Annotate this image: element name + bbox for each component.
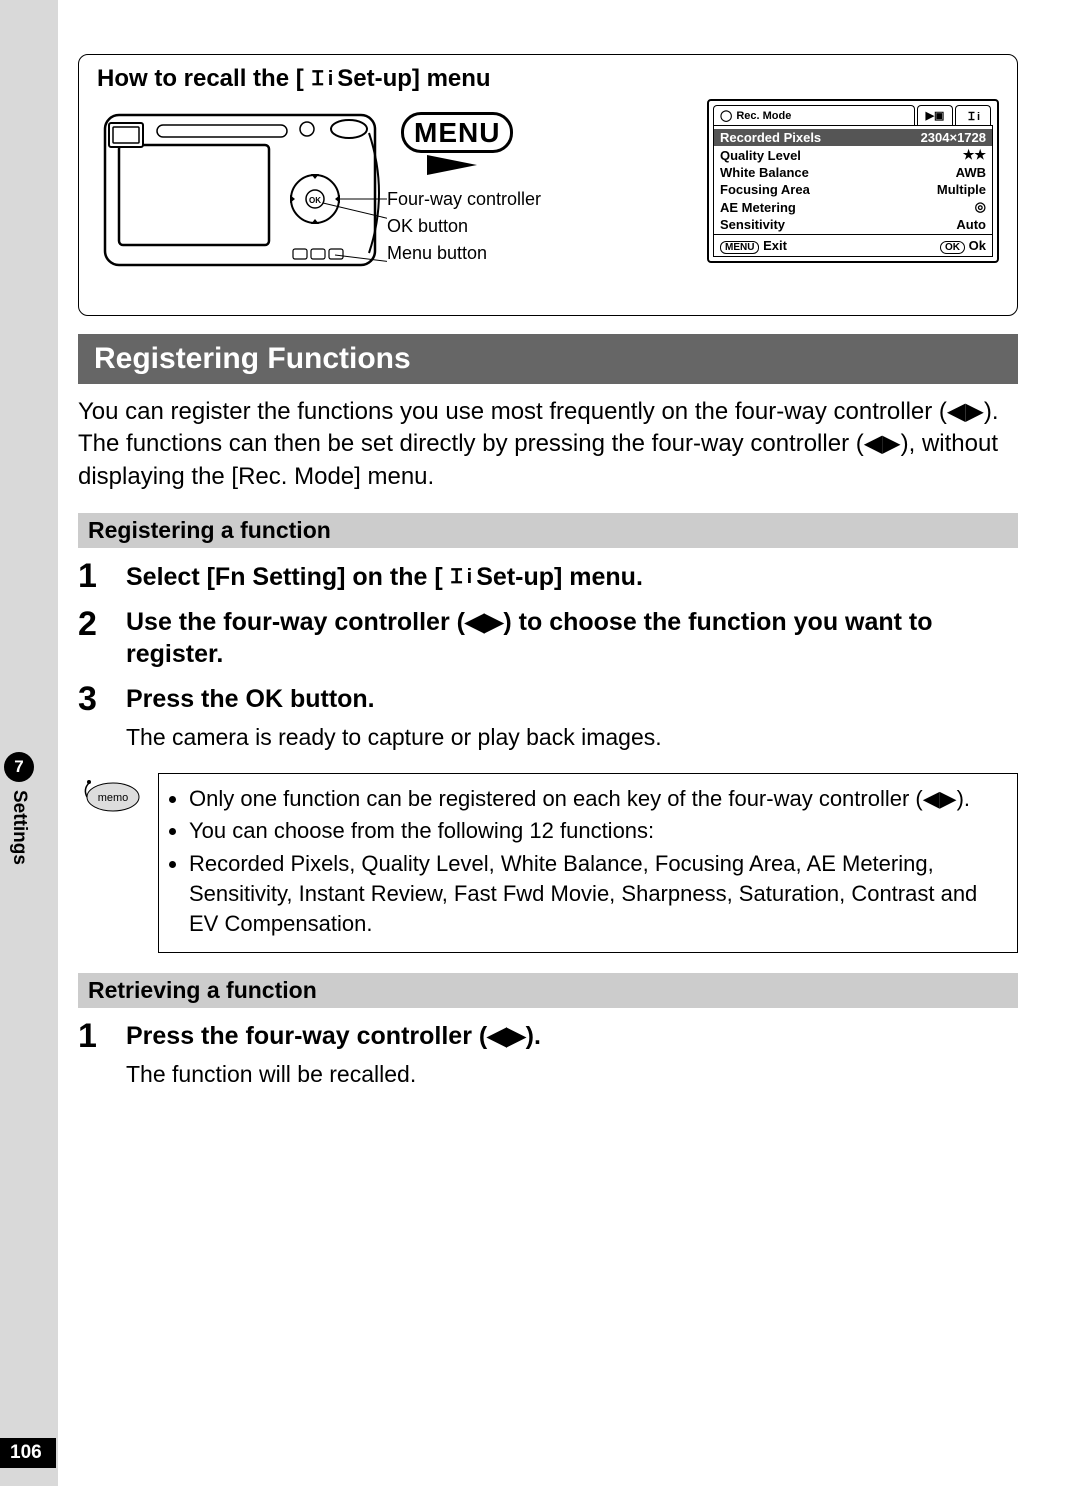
lcd-row-value: 2304×1728 (921, 130, 986, 145)
lcd-tab-rec-label: Rec. Mode (736, 110, 791, 122)
page-number: 106 (0, 1438, 56, 1468)
step1-text-left: Select [Fn Setting] on the [ (126, 561, 443, 594)
step-number: 2 (78, 606, 126, 671)
lcd-row: White Balance AWB (720, 165, 986, 180)
callout-four-way: Four-way controller (381, 189, 541, 210)
memo-icon: memo (78, 775, 144, 815)
lcd-row: Quality Level ★★ (720, 147, 986, 163)
lcd-row-label: Recorded Pixels (720, 130, 821, 145)
svg-text:OK: OK (309, 196, 321, 205)
subheading-registering: Registering a function (78, 513, 1018, 548)
step3-text: Press the OK button. (126, 681, 375, 718)
memo-bullet-2: You can choose from the following 12 fun… (189, 816, 1005, 846)
subheading-retrieving: Retrieving a function (78, 973, 1018, 1008)
lcd-row: Sensitivity Auto (720, 217, 986, 232)
lcd-row: Focusing Area Multiple (720, 182, 986, 197)
setup-icon: Ｉi (447, 567, 473, 587)
step1-text-right: Set-up] menu. (476, 561, 643, 594)
lcd-footer-ok: OK Ok (940, 238, 986, 253)
recall-menu-box: How to recall the [ Ｉi Set-up] menu OK (78, 54, 1018, 316)
recall-title-left: How to recall the [ (97, 65, 304, 93)
step-number: 1 (78, 1018, 126, 1055)
retrieve-step1-note: The function will be recalled. (126, 1059, 1018, 1090)
svg-text:memo: memo (98, 792, 129, 804)
lcd-ok-label: Ok (969, 238, 986, 253)
step-3: 3 Press the OK button. (78, 681, 1018, 718)
lcd-tab-rec: ◯ Rec. Mode (713, 105, 915, 125)
lcd-row-label: White Balance (720, 165, 809, 180)
step-2: 2 Use the four-way controller (◀▶) to ch… (78, 606, 1018, 671)
menu-button-icon: MENU (401, 117, 513, 149)
step-number: 1 (78, 558, 126, 595)
lcd-row-label: Sensitivity (720, 217, 785, 232)
recall-title: How to recall the [ Ｉi Set-up] menu (97, 65, 999, 93)
step-number: 3 (78, 681, 126, 718)
lcd-exit-label: Exit (763, 238, 787, 253)
setup-icon: Ｉi (308, 69, 334, 89)
callout-menu-button: Menu button (381, 243, 541, 264)
step2-text: Use the four-way controller (◀▶) to choo… (126, 606, 1018, 671)
setup-icon: Ｉi (966, 108, 980, 124)
lcd-row-value: Multiple (937, 182, 986, 197)
lcd-row-label: Focusing Area (720, 182, 810, 197)
lcd-screen: ◯ Rec. Mode ▶▶▣ Ｉi Recorded Pixels 2304×1… (707, 99, 999, 263)
menu-pill-icon: MENU (720, 241, 759, 254)
intro-paragraph: You can register the functions you use m… (78, 396, 1018, 493)
lcd-row: Recorded Pixels 2304×1728 (714, 129, 992, 146)
memo-bullet-3: Recorded Pixels, Quality Level, White Ba… (189, 849, 1005, 940)
retrieve-step-1: 1 Press the four-way controller (◀▶). (78, 1018, 1018, 1055)
chapter-tab: 7 Settings (4, 752, 34, 865)
section-title: Registering Functions (78, 334, 1018, 384)
memo-block: memo Only one function can be registered… (78, 773, 1018, 953)
lcd-row-value: AWB (956, 165, 986, 180)
memo-bullet-1: Only one function can be registered on e… (189, 784, 1005, 814)
lcd-tab-play: ▶▶▣ (917, 105, 953, 125)
callout-ok-button: OK button (381, 216, 541, 237)
step-1: 1 Select [Fn Setting] on the [ Ｉi Set-up… (78, 558, 1018, 595)
camera-illustration: OK (97, 103, 387, 298)
lcd-row-value: Auto (956, 217, 986, 232)
ok-pill-icon: OK (940, 241, 965, 254)
left-gutter (0, 0, 58, 1486)
retrieve-step1-text: Press the four-way controller (◀▶). (126, 1018, 541, 1055)
recall-title-right: Set-up] menu (337, 65, 490, 93)
lcd-row-value: ◎ (975, 199, 986, 215)
lcd-tab-setup: Ｉi (955, 105, 991, 125)
lcd-row-label: AE Metering (720, 200, 796, 215)
lcd-footer-exit: MENU Exit (720, 238, 787, 253)
lcd-row: AE Metering ◎ (720, 199, 986, 215)
arrow-right-icon (427, 155, 477, 175)
lcd-row-label: Quality Level (720, 148, 801, 163)
step3-note: The camera is ready to capture or play b… (126, 722, 1018, 753)
lcd-row-value: ★★ (963, 147, 986, 163)
menu-badge-label: MENU (401, 112, 513, 153)
camera-icon: ◯ (720, 109, 732, 122)
chapter-number: 7 (4, 752, 34, 782)
chapter-label: Settings (8, 790, 30, 865)
